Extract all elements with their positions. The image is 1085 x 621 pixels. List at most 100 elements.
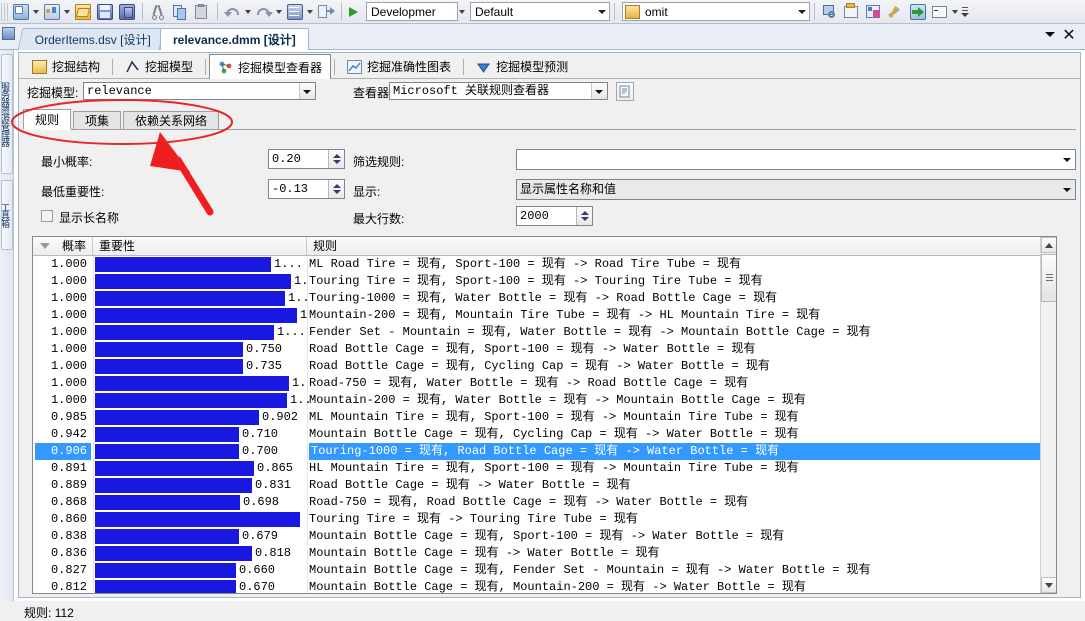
- properties-window-icon[interactable]: [842, 2, 862, 22]
- document-tab-label: relevance.dmm [设计]: [173, 33, 296, 47]
- importance-bar: [95, 427, 239, 442]
- stepper-down-icon[interactable]: [581, 217, 589, 221]
- column-header-probability[interactable]: 概率: [33, 237, 93, 255]
- tab-mining-model-prediction[interactable]: 挖掘模型预测: [467, 54, 577, 78]
- save-all-icon[interactable]: [117, 2, 137, 22]
- table-row[interactable]: 0.812 0.670 Mountain Bottle Cage = 现有, Mou…: [33, 579, 1041, 593]
- tab-list-menu-icon[interactable]: [1045, 32, 1055, 37]
- table-row[interactable]: 1.000 1.. Mountain-200 = 现有, Water Bottle …: [33, 392, 1041, 409]
- solution-platform-combo[interactable]: Default: [470, 2, 610, 21]
- tab-mining-model-viewer[interactable]: 挖掘模型查看器: [209, 54, 332, 79]
- redo-dropdown-icon[interactable]: [275, 2, 284, 22]
- stepper-up-icon[interactable]: [333, 184, 341, 188]
- copy-icon[interactable]: [170, 2, 190, 22]
- table-row[interactable]: 1.000 1... Fender Set - Mountain = 现有, Wat…: [33, 324, 1041, 341]
- tab-mining-structure[interactable]: 挖掘结构: [23, 54, 109, 78]
- max-rows-stepper[interactable]: [576, 207, 592, 225]
- command-window-dropdown-icon[interactable]: [951, 2, 960, 22]
- deploy-icon[interactable]: [908, 2, 928, 22]
- mining-model-combo[interactable]: relevance: [83, 82, 316, 100]
- cell-probability: 0.860: [50, 512, 87, 526]
- stepper-up-icon[interactable]: [581, 211, 589, 215]
- table-row[interactable]: 0.860 Touring Tire = 现有 -> Touring Tire T…: [33, 511, 1041, 528]
- display-combo[interactable]: 显示属性名称和值: [516, 179, 1076, 200]
- max-rows-label: 最大行数:: [353, 212, 405, 226]
- column-header-importance[interactable]: 重要性: [93, 237, 307, 255]
- table-row[interactable]: 0.827 0.660 Mountain Bottle Cage = 现有, Fen…: [33, 562, 1041, 579]
- redo-icon[interactable]: [254, 2, 274, 22]
- new-project-icon[interactable]: [11, 2, 31, 22]
- document-tab-orderitems[interactable]: OrderItems.dsv [设计]: [17, 28, 165, 50]
- tab-mining-accuracy-chart[interactable]: 挖掘准确性图表: [338, 54, 460, 78]
- close-icon[interactable]: ✕: [1061, 28, 1077, 44]
- cut-icon[interactable]: [148, 2, 168, 22]
- filter-rule-combo[interactable]: [516, 149, 1076, 170]
- table-row[interactable]: 1.000 0.750 Road Bottle Cage = 现有, Sport-1…: [33, 341, 1041, 358]
- save-icon[interactable]: [95, 2, 115, 22]
- table-row[interactable]: 1.000 1... ML Road Tire = 现有, Sport-100 = …: [33, 256, 1041, 273]
- new-project-dropdown-icon[interactable]: [32, 2, 41, 22]
- grid-vertical-scrollbar[interactable]: [1040, 237, 1056, 593]
- stepper-down-icon[interactable]: [333, 160, 341, 164]
- navigate-dropdown-icon[interactable]: [306, 2, 315, 22]
- table-row[interactable]: 1.000 1 Mountain-200 = 现有, Mountain Tire T…: [33, 307, 1041, 324]
- min-probability-input[interactable]: 0.20: [268, 149, 345, 169]
- undo-dropdown-icon[interactable]: [244, 2, 253, 22]
- toolbar-grip[interactable]: [1, 2, 8, 21]
- find-combo[interactable]: omit: [622, 2, 810, 21]
- open-file-icon[interactable]: [73, 2, 93, 22]
- table-row[interactable]: 1.000 1. Touring Tire = 现有, Sport-100 = 现有…: [33, 273, 1041, 290]
- new-item-dropdown-icon[interactable]: [63, 2, 72, 22]
- paste-icon[interactable]: [192, 2, 212, 22]
- document-tab-relevance[interactable]: relevance.dmm [设计]: [160, 28, 309, 50]
- find-in-files-icon[interactable]: [820, 2, 840, 22]
- rules-count-label: 规则: 112: [24, 604, 74, 621]
- refresh-viewer-button[interactable]: [616, 82, 634, 101]
- start-debugging-icon[interactable]: [349, 6, 358, 17]
- min-probability-stepper[interactable]: [328, 150, 344, 168]
- table-row[interactable]: 1.000 1. Road-750 = 现有, Water Bottle = 现有 …: [33, 375, 1041, 392]
- toolbox-icon[interactable]: [864, 2, 884, 22]
- scroll-down-button[interactable]: [1041, 577, 1056, 593]
- max-rows-input[interactable]: 2000: [516, 206, 593, 226]
- rules-grid[interactable]: 概率 重要性 规则 1.000 1... ML Road Tire = 现有, Sp…: [32, 236, 1057, 594]
- table-row[interactable]: 0.868 0.698 Road-750 = 现有, Road Bottle Cag…: [33, 494, 1041, 511]
- table-row[interactable]: 1.000 0.735 Road Bottle Cage = 现有, Cycling…: [33, 358, 1041, 375]
- scrollbar-thumb[interactable]: [1041, 254, 1056, 302]
- tab-rules[interactable]: 规则: [23, 109, 72, 130]
- cell-importance: 0.660: [95, 563, 300, 578]
- stepper-up-icon[interactable]: [333, 154, 341, 158]
- min-importance-input[interactable]: -0.13: [268, 179, 345, 199]
- scroll-up-button[interactable]: [1041, 237, 1056, 253]
- command-window-icon[interactable]: [930, 2, 950, 22]
- dock-panel-icon[interactable]: [2, 27, 15, 40]
- importance-bar: [95, 512, 300, 527]
- rules-grid-body[interactable]: 1.000 1... ML Road Tire = 现有, Sport-100 = …: [33, 256, 1041, 593]
- sidebar-item-toolbox[interactable]: 工具箱: [1, 180, 13, 250]
- undo-icon[interactable]: [223, 2, 243, 22]
- viewer-combo[interactable]: Microsoft 关联规则查看器: [389, 82, 608, 100]
- show-long-names-checkbox[interactable]: [41, 210, 53, 222]
- tab-mining-model[interactable]: 挖掘模型: [116, 54, 202, 78]
- tab-dependency-network[interactable]: 依赖关系网络: [123, 111, 220, 130]
- navigate-icon[interactable]: [285, 2, 305, 22]
- new-item-icon[interactable]: [42, 2, 62, 22]
- stepper-down-icon[interactable]: [333, 190, 341, 194]
- table-row[interactable]: 0.906 0.700 Touring-1000 = 现有, Road Bottle…: [33, 443, 1041, 460]
- options-icon[interactable]: [886, 2, 906, 22]
- solution-configuration-dropdown-icon[interactable]: [458, 2, 467, 22]
- show-all-files-icon[interactable]: [316, 2, 336, 22]
- table-row[interactable]: 0.838 0.679 Mountain Bottle Cage = 现有, Spo…: [33, 528, 1041, 545]
- sidebar-item-server-explorer[interactable]: 服务器资源管理器: [1, 54, 13, 174]
- toolbar-overflow-icon[interactable]: [960, 2, 970, 22]
- table-row[interactable]: 0.985 0.902 ML Mountain Tire = 现有, Sport-1…: [33, 409, 1041, 426]
- table-row[interactable]: 0.889 0.831 Road Bottle Cage = 现有 -> Water…: [33, 477, 1041, 494]
- table-row[interactable]: 0.942 0.710 Mountain Bottle Cage = 现有, Cyc…: [33, 426, 1041, 443]
- min-importance-stepper[interactable]: [328, 180, 344, 198]
- table-row[interactable]: 1.000 1.. Touring-1000 = 现有, Water Bottle …: [33, 290, 1041, 307]
- solution-configuration-combo[interactable]: Developmer: [366, 2, 458, 21]
- table-row[interactable]: 0.891 0.865 HL Mountain Tire = 现有, Sport-1…: [33, 460, 1041, 477]
- table-row[interactable]: 0.836 0.818 Mountain Bottle Cage = 现有 -> W…: [33, 545, 1041, 562]
- column-header-rule[interactable]: 规则: [307, 237, 1041, 255]
- tab-itemsets[interactable]: 项集: [73, 111, 122, 130]
